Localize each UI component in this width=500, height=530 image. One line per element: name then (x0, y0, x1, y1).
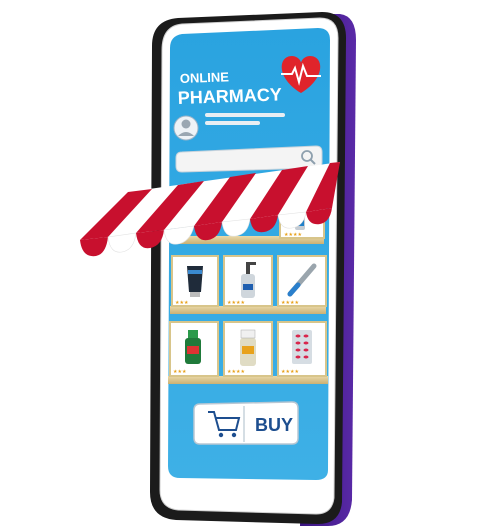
product-rating: ★★★ (173, 369, 187, 375)
product-rating: ★★★★ (281, 300, 299, 306)
app-title-online: ONLINE (180, 69, 230, 86)
product-thermometer[interactable]: ★★★★ (277, 255, 327, 307)
buy-button[interactable]: BUY (255, 415, 293, 435)
product-rating: ★★★ (175, 300, 189, 306)
product-pill-bottle[interactable]: ★★★★ (223, 321, 273, 377)
cart-buy-bar[interactable]: BUY (193, 401, 299, 445)
user-name-placeholder (205, 113, 285, 117)
product-green-bottle[interactable]: ★★★ (169, 321, 219, 377)
user-avatar-icon[interactable] (173, 115, 199, 141)
product-rating: ★★★★ (227, 369, 245, 375)
product-rating: ★★★★ (284, 232, 302, 238)
product-rating: ★★★★ (281, 369, 299, 375)
pharmacy-app-illustration: ONLINE PHARMACY ★★★★ ★★★ ★★★★ ★★★★ ★★★ ★… (80, 12, 356, 526)
product-cream-tube[interactable]: ★★★ (171, 255, 219, 307)
app-title-pharmacy: PHARMACY (177, 84, 282, 108)
product-blister-pack[interactable]: ★★★★ (277, 321, 327, 377)
user-info-placeholder (205, 121, 260, 125)
product-rating: ★★★★ (227, 300, 245, 306)
product-pump-bottle[interactable]: ★★★★ (223, 255, 273, 307)
